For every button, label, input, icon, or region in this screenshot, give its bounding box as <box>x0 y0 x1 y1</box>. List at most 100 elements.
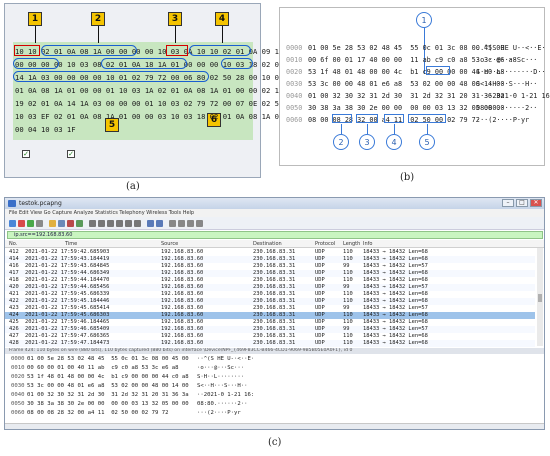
display-filter-input[interactable]: ip.src==192.168.83.60 <box>7 231 543 239</box>
close-button[interactable]: ✕ <box>530 199 542 207</box>
hex-ascii[interactable]: S<··H···S···H·· <box>197 383 248 390</box>
table-cell: 230.168.83.31 <box>253 249 296 255</box>
table-row[interactable]: 417 2021-01-22 17:59:44.686349 192.168.83.… <box>5 270 535 277</box>
table-row[interactable]: 416 2021-01-22 17:59:43.684845 192.168.83.… <box>5 263 535 270</box>
hex-bytes[interactable]: 53 1f 48 01 48 00 00 4c b1 c9 00 00 00 4… <box>27 374 189 381</box>
table-row[interactable]: 418 2021-01-22 17:59:44.184470 192.168.83.… <box>5 277 535 284</box>
table-row[interactable]: 424 2021-01-22 17:59:45.686303 192.168.83.… <box>5 312 535 319</box>
checkbox-1[interactable]: ✓ <box>22 150 30 158</box>
hex-ascii[interactable]: ···(2····P·yr <box>197 410 241 417</box>
table-cell: 230.168.83.31 <box>253 298 296 304</box>
payload-oval-3 <box>13 58 59 69</box>
table-cell: 230.168.83.31 <box>253 277 296 283</box>
col-no[interactable]: No. <box>9 240 17 248</box>
table-cell: 18433 → 18432 Len=68 <box>363 291 428 297</box>
back-arrow-icon[interactable] <box>98 220 105 227</box>
go-to-packet-icon[interactable] <box>116 220 123 227</box>
frame-start-box <box>14 45 40 56</box>
col-length[interactable]: Length <box>343 240 360 248</box>
table-row[interactable]: 423 2021-01-22 17:59:45.685414 192.168.83.… <box>5 305 535 312</box>
minimize-button[interactable]: – <box>502 199 514 207</box>
table-cell: UDP <box>315 270 325 276</box>
shark-fin-start-icon[interactable] <box>9 220 16 227</box>
hex-ascii[interactable]: 08:80.······2·· <box>197 401 248 408</box>
table-cell: 414 <box>9 256 19 262</box>
table-row[interactable]: 414 2021-01-22 17:59:43.184419 192.168.83.… <box>5 256 535 263</box>
col-time[interactable]: Time <box>65 240 77 248</box>
first-packet-icon[interactable] <box>125 220 132 227</box>
table-cell: 18433 → 18432 Len=68 <box>363 340 428 346</box>
table-cell: 2021-01-22 17:59:44.686349 <box>25 270 110 276</box>
hex-ascii[interactable]: ··2021-0 1-21 16: <box>197 392 254 399</box>
last-packet-icon[interactable] <box>134 220 141 227</box>
hex-ascii[interactable]: S·H··L········ <box>197 374 244 381</box>
hex-bytes[interactable]: 01 00 32 30 32 31 2d 30 31 2d 32 31 20 3… <box>27 392 189 399</box>
scrollbar-thumb[interactable] <box>538 294 542 302</box>
table-cell: UDP <box>315 298 325 304</box>
table-cell: 18433 → 18432 Len=68 <box>363 277 428 283</box>
options-gear-icon[interactable] <box>36 220 43 227</box>
table-row[interactable]: 428 2021-01-22 17:59:47.184473 192.168.83.… <box>5 340 535 347</box>
zoom-reset-icon[interactable] <box>187 220 194 227</box>
checkbox-2[interactable]: ✓ <box>67 150 75 158</box>
hex-bytes[interactable]: 01 00 5e 28 53 02 48 45 55 0c 01 3c 08 0… <box>27 356 189 363</box>
offset-0: 0000 <box>286 44 303 52</box>
stop-capture-icon[interactable] <box>18 220 25 227</box>
hex-bytes[interactable]: 30 38 3a 38 30 2e 00 00 00 00 03 13 32 0… <box>27 401 189 408</box>
table-cell: 2021-01-22 17:59:44.685456 <box>25 284 110 290</box>
save-icon[interactable] <box>58 220 65 227</box>
packet-detail-summary[interactable]: Frame 424: 110 bytes on wire (880 bits),… <box>5 348 544 354</box>
table-cell: UDP <box>315 326 325 332</box>
maximize-button[interactable]: □ <box>516 199 528 207</box>
colorize-icon[interactable] <box>147 220 154 227</box>
resize-columns-icon[interactable] <box>196 220 203 227</box>
forward-arrow-icon[interactable] <box>107 220 114 227</box>
hex-line-7: 00 04 10 03 1F <box>15 125 76 134</box>
table-cell: 99 <box>343 326 350 332</box>
payload-oval-5 <box>221 58 253 69</box>
hex-offset: 0050 <box>11 401 25 407</box>
restart-capture-icon[interactable] <box>27 220 34 227</box>
table-row[interactable]: 422 2021-01-22 17:59:45.184446 192.168.83.… <box>5 298 535 305</box>
table-cell: 422 <box>9 298 19 304</box>
packet-list-scrollbar[interactable] <box>537 248 543 346</box>
table-row[interactable]: 421 2021-01-22 17:59:45.686339 192.168.83.… <box>5 291 535 298</box>
table-row[interactable]: 427 2021-01-22 17:59:47.686365 192.168.83.… <box>5 333 535 340</box>
hex-bytes[interactable]: 00 60 00 01 00 40 11 ab c9 c0 a8 53 3c e… <box>27 365 179 372</box>
search-icon[interactable] <box>89 220 96 227</box>
table-cell: UDP <box>315 305 325 311</box>
table-cell: UDP <box>315 333 325 339</box>
autoscroll-icon[interactable] <box>156 220 163 227</box>
open-folder-icon[interactable] <box>49 220 56 227</box>
marker-4-line <box>394 124 395 134</box>
col-source[interactable]: Source <box>161 240 178 248</box>
col-destination[interactable]: Destination <box>253 240 282 248</box>
table-cell: 230.168.83.31 <box>253 326 296 332</box>
marker-2: 2 <box>333 134 349 150</box>
hex-offset: 0010 <box>11 365 25 371</box>
table-cell: UDP <box>315 340 325 346</box>
hex-offset: 0060 <box>11 410 25 416</box>
close-file-icon[interactable] <box>67 220 74 227</box>
hex-ascii[interactable]: ··^(S HE U-·<··E· <box>197 356 254 363</box>
menu-bar[interactable]: File Edit View Go Capture Analyze Statis… <box>5 209 544 217</box>
window-title: testok.pcapng <box>5 198 544 209</box>
table-row[interactable]: 420 2021-01-22 17:59:44.685456 192.168.83.… <box>5 284 535 291</box>
hex-bytes[interactable]: 08 00 08 28 32 00 a4 11 02 50 00 02 79 7… <box>27 410 168 417</box>
table-cell: 192.168.83.60 <box>161 277 204 283</box>
packet-list-header: No. Time Source Destination Protocol Len… <box>5 240 544 248</box>
hex-bytes[interactable]: 53 3c 00 00 48 01 e6 a8 53 02 00 00 48 0… <box>27 383 189 390</box>
reload-icon[interactable] <box>76 220 83 227</box>
table-row[interactable]: 426 2021-01-22 17:59:46.685409 192.168.83.… <box>5 326 535 333</box>
zoom-out-icon[interactable] <box>178 220 185 227</box>
table-row[interactable]: 425 2021-01-22 17:59:46.184465 192.168.83.… <box>5 319 535 326</box>
hex-offset: 0040 <box>11 392 25 398</box>
col-protocol[interactable]: Protocol <box>315 240 335 248</box>
marker-3: 3 <box>359 134 375 150</box>
label-3: 3 <box>168 12 182 26</box>
ascii-row-1: ·o···@····Sc··· <box>476 56 538 64</box>
zoom-in-icon[interactable] <box>169 220 176 227</box>
table-row[interactable]: 412 2021-01-22 17:59:42.685903 192.168.83.… <box>5 249 535 256</box>
col-info[interactable]: Info <box>363 240 372 248</box>
hex-ascii[interactable]: ·o···@···Sc··· <box>197 365 244 372</box>
